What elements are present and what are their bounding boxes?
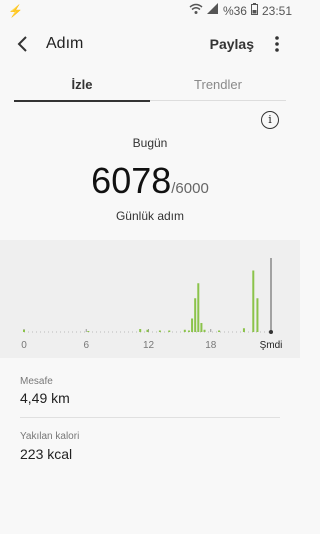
now-marker: [269, 330, 273, 334]
chart-bar: [168, 330, 171, 332]
info-icon[interactable]: i: [261, 111, 279, 129]
more-options-button[interactable]: [272, 34, 282, 54]
status-bar: ⚡ %36 23:51: [0, 0, 300, 22]
page-title: Adım: [46, 35, 84, 52]
battery-percent: %36: [222, 3, 247, 18]
day-label: Bugün: [132, 136, 168, 150]
steps-unit-label: Günlük adım: [115, 209, 185, 223]
share-button[interactable]: Paylaş: [210, 36, 254, 52]
chart-bar: [183, 329, 186, 332]
chart-bar: [146, 329, 149, 332]
usb-icon: ⚡: [8, 4, 23, 18]
chart-bar: [252, 270, 255, 332]
chart-bar: [87, 331, 90, 332]
steps-value: 6078: [91, 160, 172, 201]
back-button[interactable]: [14, 32, 34, 56]
back-arrow-icon: [17, 36, 27, 52]
chart-bar: [23, 329, 25, 332]
divider: [20, 417, 280, 418]
chart-bar: [158, 330, 161, 332]
chart-bar: [242, 328, 245, 332]
app-bar: Adım Paylaş: [0, 22, 300, 68]
x-tick-label: Şmdi: [260, 340, 283, 351]
tab-izle[interactable]: İzle: [14, 70, 150, 102]
hourly-steps-chart: 0 6 12 18 Şmdi: [0, 240, 300, 358]
calorie-label: Yakılan kalori: [20, 431, 80, 442]
distance-value: 4,49 km: [20, 390, 70, 406]
chart-bar: [191, 318, 194, 332]
distance-label: Mesafe: [20, 376, 53, 387]
chart-bar: [187, 330, 190, 332]
chart-bar: [194, 298, 197, 332]
calorie-value: 223 kcal: [20, 446, 73, 462]
x-tick-label: 6: [83, 340, 89, 351]
more-vert-icon: [275, 36, 279, 52]
clock: 23:51: [261, 3, 292, 18]
step-count: 6078/6000: [0, 160, 300, 202]
chart-bar: [139, 329, 142, 332]
battery-icon: [250, 3, 258, 18]
x-tick-label: 18: [205, 340, 217, 351]
tab-trendler[interactable]: Trendler: [150, 70, 286, 101]
x-tick-label: 12: [143, 340, 155, 351]
x-tick-label: 0: [21, 340, 27, 351]
chart-bar: [203, 329, 206, 332]
tab-bar: İzle Trendler: [14, 70, 286, 102]
status-right: %36 23:51: [189, 3, 292, 18]
steps-goal: /6000: [171, 180, 209, 197]
chart-bar: [197, 283, 200, 332]
wifi-icon: [189, 3, 203, 18]
signal-icon: [206, 3, 219, 18]
chart-bar: [256, 298, 259, 332]
chart-bar: [218, 330, 221, 332]
chart-svg: 0 6 12 18 Şmdi: [21, 258, 283, 351]
chart-bar: [200, 323, 203, 332]
